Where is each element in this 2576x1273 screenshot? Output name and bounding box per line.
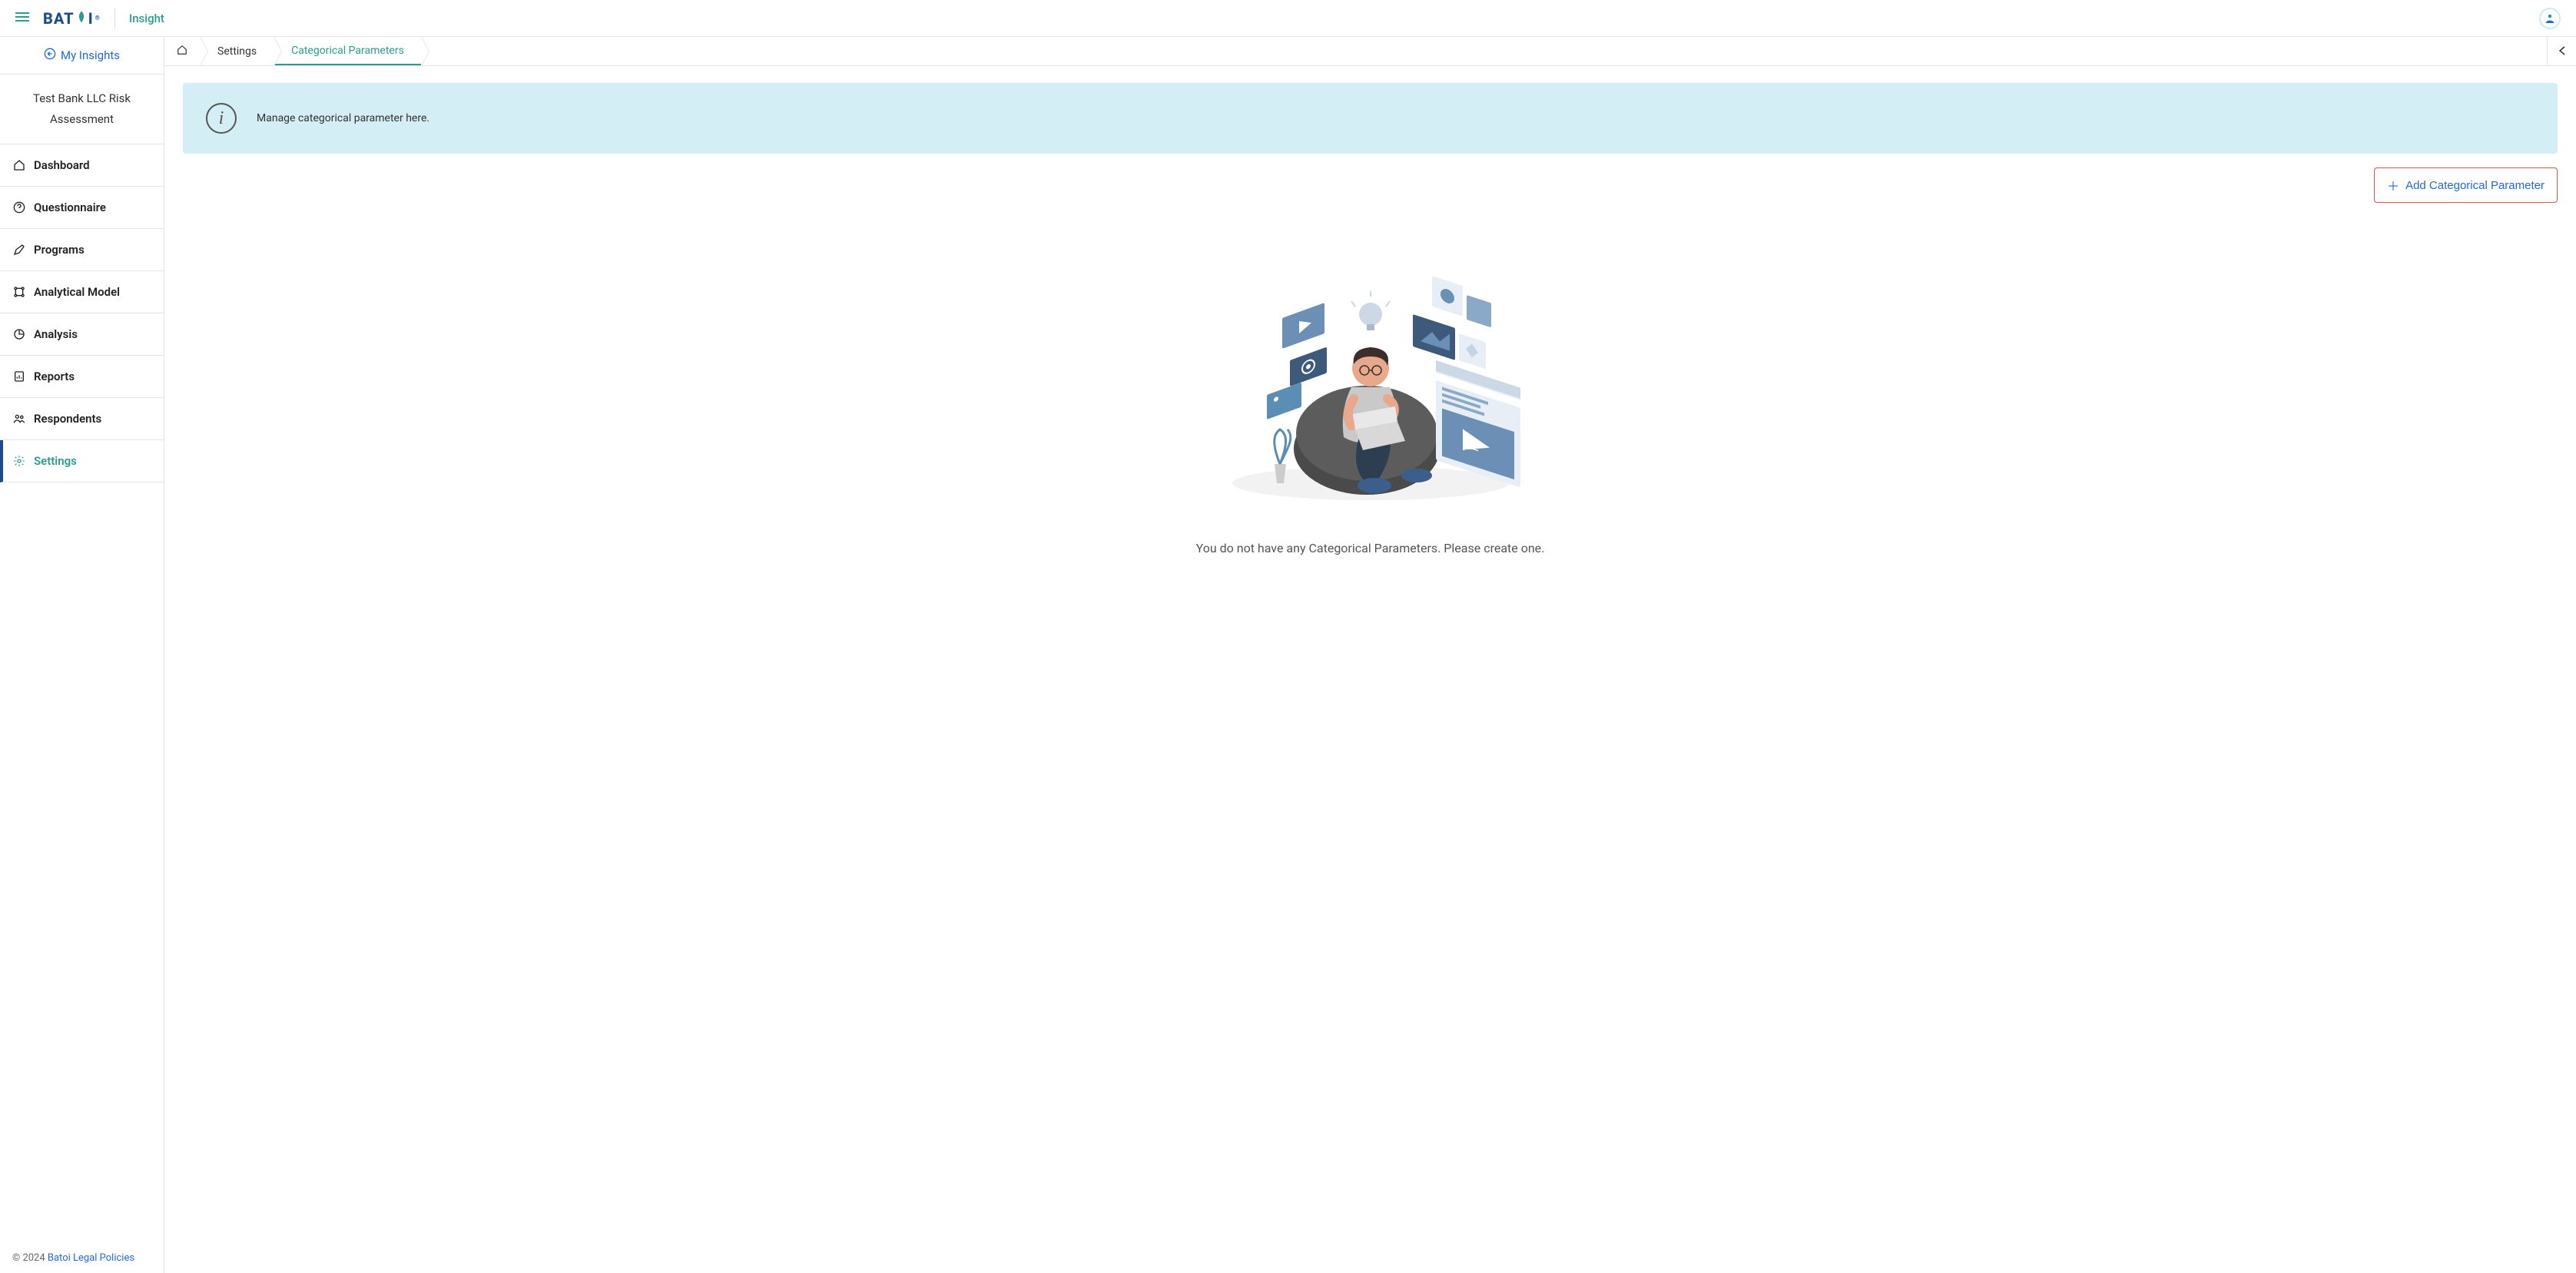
- sidebar-item-label: Questionnaire: [34, 201, 106, 214]
- sidebar-item-label: Dashboard: [34, 158, 90, 172]
- footer-copyright: © 2024: [12, 1252, 48, 1264]
- action-row: ＋ Add Categorical Parameter: [183, 167, 2558, 203]
- top-header: BATI® Insight: [0, 0, 2576, 37]
- sidebar-footer: © 2024 Batoi Legal Policies: [0, 1243, 164, 1273]
- pen-icon: [12, 244, 26, 256]
- sidebar-item-label: Analysis: [34, 327, 78, 341]
- bar-doc-icon: [12, 370, 26, 383]
- sidebar-item-questionnaire[interactable]: Questionnaire: [0, 187, 164, 229]
- sidebar-item-analysis[interactable]: Analysis: [0, 313, 164, 356]
- logo[interactable]: BATI®: [43, 9, 101, 28]
- sidebar: My Insights Test Bank LLC Risk Assessmen…: [0, 37, 164, 1273]
- sidebar-item-analytical-model[interactable]: Analytical Model: [0, 271, 164, 313]
- collapse-toggle[interactable]: [2547, 37, 2576, 65]
- footer-link-legal[interactable]: Legal Policies: [73, 1252, 134, 1264]
- sidebar-item-respondents[interactable]: Respondents: [0, 398, 164, 440]
- project-name: Test Bank LLC Risk Assessment: [0, 75, 164, 144]
- empty-state-message: You do not have any Categorical Paramete…: [183, 541, 2558, 555]
- info-banner-message: Manage categorical parameter here.: [257, 112, 429, 124]
- content-area: Settings Categorical Parameters i Manage…: [164, 37, 2576, 1273]
- footer-link-batoi[interactable]: Batoi: [48, 1252, 71, 1264]
- gear-icon: [12, 455, 26, 467]
- help-circle-icon: [12, 201, 26, 214]
- arrow-left-circle-icon: [44, 48, 56, 63]
- my-insights-link-wrap: My Insights: [0, 37, 164, 75]
- chevron-left-icon: [2558, 44, 2566, 58]
- sidebar-item-label: Analytical Model: [34, 285, 120, 299]
- avatar[interactable]: [2539, 8, 2561, 29]
- sidebar-item-label: Settings: [34, 454, 77, 468]
- info-icon: i: [206, 103, 237, 134]
- my-insights-label: My Insights: [61, 48, 120, 62]
- menu-icon[interactable]: [15, 10, 29, 26]
- logo-text-start: BAT: [43, 9, 75, 28]
- breadcrumb-home[interactable]: [164, 37, 201, 65]
- breadcrumb-settings[interactable]: Settings: [201, 37, 274, 65]
- logo-text-end: I: [88, 9, 94, 28]
- sidebar-item-dashboard[interactable]: Dashboard: [0, 144, 164, 187]
- sidebar-item-label: Programs: [34, 243, 85, 257]
- breadcrumb-categorical-parameters[interactable]: Categorical Parameters: [274, 37, 422, 65]
- sidebar-item-label: Respondents: [34, 412, 101, 426]
- pie-icon: [12, 328, 26, 340]
- users-icon: [12, 413, 26, 425]
- app-name[interactable]: Insight: [129, 12, 164, 25]
- empty-illustration: [1217, 234, 1524, 510]
- plus-icon: ＋: [2387, 176, 2399, 194]
- home-icon: [12, 159, 26, 171]
- sidebar-item-label: Reports: [34, 370, 75, 383]
- logo-leaf-icon: [75, 9, 88, 28]
- sidebar-item-programs[interactable]: Programs: [0, 229, 164, 271]
- my-insights-link[interactable]: My Insights: [44, 48, 120, 63]
- sidebar-item-reports[interactable]: Reports: [0, 356, 164, 398]
- header-divider: [114, 8, 115, 29]
- breadcrumb-label: Categorical Parameters: [291, 45, 404, 57]
- nodes-icon: [12, 286, 26, 298]
- sidebar-item-settings[interactable]: Settings: [0, 440, 164, 482]
- empty-state: You do not have any Categorical Paramete…: [183, 234, 2558, 555]
- breadcrumb: Settings Categorical Parameters: [164, 37, 2576, 66]
- breadcrumb-label: Settings: [217, 45, 257, 58]
- info-banner: i Manage categorical parameter here.: [183, 83, 2558, 154]
- add-button-label: Add Categorical Parameter: [2405, 179, 2545, 192]
- home-icon: [177, 45, 187, 58]
- add-categorical-parameter-button[interactable]: ＋ Add Categorical Parameter: [2374, 167, 2558, 203]
